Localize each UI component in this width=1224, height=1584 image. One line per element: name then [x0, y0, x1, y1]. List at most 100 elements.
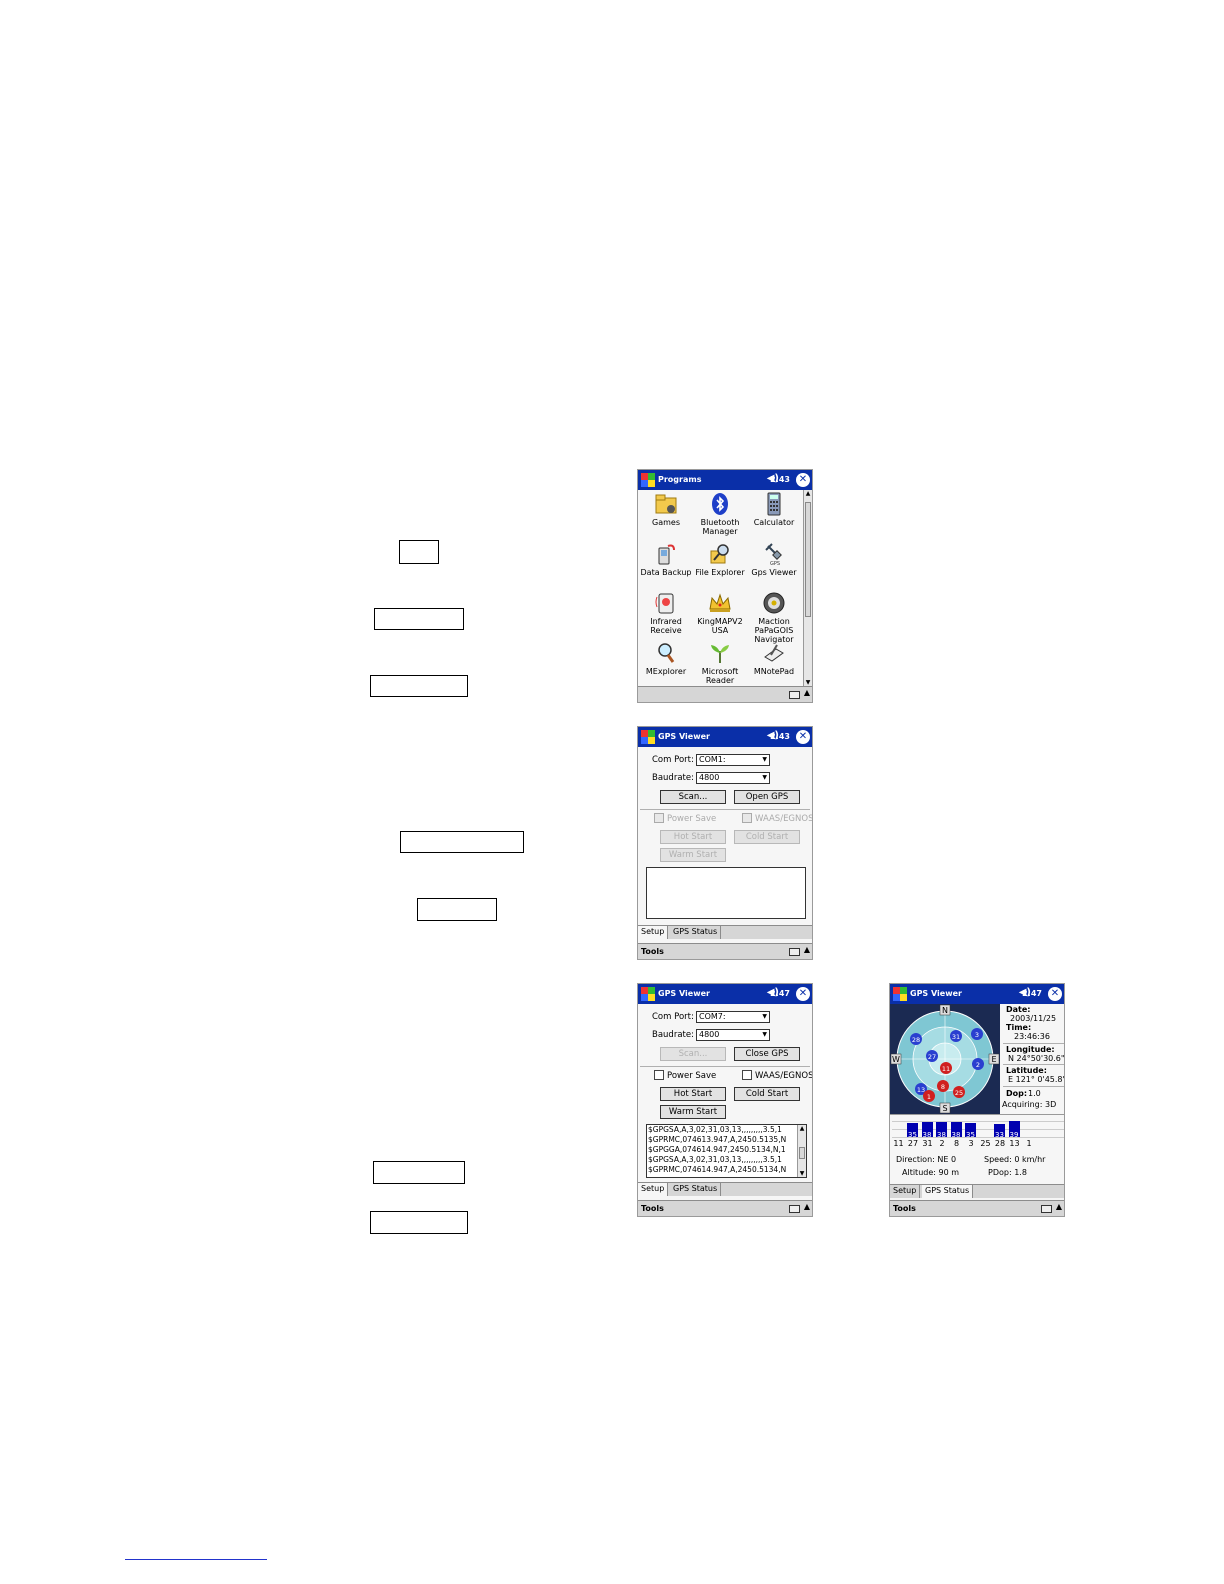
tab-setup[interactable]: Setup: [638, 1183, 669, 1196]
scan-button[interactable]: Scan...: [660, 1047, 726, 1061]
menu-bar: Tools ▲: [638, 1200, 812, 1216]
hot-start-button[interactable]: Hot Start: [660, 1087, 726, 1101]
cold-start-button[interactable]: Cold Start: [734, 830, 800, 844]
signal-bar-28: 33: [994, 1124, 1005, 1139]
windows-start-icon[interactable]: [640, 729, 656, 745]
time-value: 23:46:36: [1014, 1032, 1050, 1041]
hot-start-button[interactable]: Hot Start: [660, 830, 726, 844]
clock: 2:47: [1022, 989, 1042, 998]
tools-menu[interactable]: Tools: [893, 1204, 916, 1213]
scroll-down-arrow-icon[interactable]: ▼: [798, 1170, 806, 1177]
tab-gps-status[interactable]: GPS Status: [670, 1183, 722, 1196]
program-microsoft-reader[interactable]: Microsoft Reader: [692, 641, 748, 685]
scroll-thumb[interactable]: [799, 1147, 805, 1159]
com-port-select[interactable]: COM7: ▼: [696, 1011, 770, 1023]
clock: 2:43: [770, 475, 790, 484]
windows-start-icon[interactable]: [892, 986, 908, 1002]
baudrate-select[interactable]: 4800 ▼: [696, 772, 770, 784]
program-calculator[interactable]: Calculator: [746, 492, 802, 527]
program-maction-papagois-navigator[interactable]: Maction PaPaGOIS Navigator: [746, 591, 802, 644]
keyboard-icon[interactable]: [789, 948, 800, 956]
program-infrared-receive[interactable]: Infrared Receive: [638, 591, 694, 635]
program-mnotepad[interactable]: MNotePad: [746, 641, 802, 676]
input-panel-arrow-icon[interactable]: ▲: [1056, 1202, 1062, 1211]
satellite-31: 31: [950, 1030, 962, 1042]
signal-prn-label: 11: [893, 1139, 904, 1148]
windows-start-icon[interactable]: [640, 986, 656, 1002]
keyboard-icon[interactable]: [789, 1205, 800, 1213]
program-file-explorer[interactable]: File Explorer: [692, 542, 748, 577]
tools-menu[interactable]: Tools: [641, 947, 664, 956]
altitude-readout: Altitude: 90 m: [902, 1168, 960, 1177]
scroll-down-arrow-icon[interactable]: ▼: [804, 679, 812, 686]
baudrate-label: Baudrate:: [652, 1030, 694, 1040]
annotation-box-1: [399, 540, 439, 564]
com-port-select[interactable]: COM1: ▼: [696, 754, 770, 766]
clock: 2:47: [770, 989, 790, 998]
close-button[interactable]: ✕: [796, 987, 810, 1001]
keyboard-icon[interactable]: [789, 691, 800, 699]
scroll-thumb[interactable]: [805, 502, 811, 617]
scan-button[interactable]: Scan...: [660, 790, 726, 804]
baudrate-select[interactable]: 4800 ▼: [696, 1029, 770, 1041]
date-value: 2003/11/25: [1010, 1014, 1057, 1023]
input-panel-arrow-icon[interactable]: ▲: [804, 1202, 810, 1211]
power-save-checkbox[interactable]: [654, 813, 664, 823]
keyboard-icon[interactable]: [1041, 1205, 1052, 1213]
satellite-3: 3: [971, 1028, 983, 1040]
program-gps-viewer[interactable]: GPS Gps Viewer: [746, 542, 802, 577]
open-gps-button[interactable]: Open GPS: [734, 790, 800, 804]
satellite-25: 25: [953, 1086, 965, 1098]
signal-bars: 11 35 27 38 31 38 2 38 8 35 3 25 33 28 39 13 1: [890, 1115, 1064, 1151]
tab-gps-status[interactable]: GPS Status: [670, 926, 722, 939]
close-button[interactable]: ✕: [1048, 987, 1062, 1001]
waas-egnos-checkbox[interactable]: [742, 813, 752, 823]
tab-setup[interactable]: Setup: [890, 1185, 921, 1198]
svg-text:13: 13: [917, 1086, 925, 1094]
file-explorer-icon: [710, 544, 729, 564]
tab-gps-status[interactable]: GPS Status: [922, 1185, 974, 1198]
nmea-log-box[interactable]: $GPGSA,A,3,02,31,03,13,,,,,,,,,3.5,1 $GP…: [646, 1124, 807, 1178]
window-title: Programs: [658, 475, 702, 484]
programs-scrollbar[interactable]: ▲ ▼: [803, 490, 812, 686]
program-kingmapv2-usa[interactable]: KingMAPV2 USA: [692, 591, 748, 635]
scroll-up-arrow-icon[interactable]: ▲: [798, 1125, 806, 1132]
annotation-box-3: [370, 675, 468, 697]
com-port-label: Com Port:: [652, 755, 694, 765]
power-save-checkbox[interactable]: [654, 1070, 664, 1080]
tools-menu[interactable]: Tools: [641, 1204, 664, 1213]
log-scrollbar[interactable]: ▲ ▼: [797, 1125, 806, 1177]
notepad-icon: [764, 644, 784, 662]
signal-prn-label: 13: [1009, 1139, 1020, 1148]
program-games[interactable]: Games: [638, 492, 694, 527]
power-save-label: Power Save: [667, 814, 717, 824]
cold-start-button[interactable]: Cold Start: [734, 1087, 800, 1101]
input-panel-arrow-icon[interactable]: ▲: [804, 945, 810, 954]
signal-prn-label: 8: [953, 1139, 960, 1148]
data-backup-icon: [658, 544, 675, 565]
svg-text:25: 25: [955, 1089, 963, 1097]
divider: [1003, 1064, 1064, 1065]
nmea-log-line: $GPRMC,074614.947,A,2450.5134,N: [648, 1165, 787, 1174]
pdop-readout: PDop: 1.8: [988, 1168, 1027, 1177]
nmea-log-box[interactable]: [646, 867, 806, 919]
windows-start-icon[interactable]: [640, 472, 656, 488]
warm-start-button[interactable]: Warm Start: [660, 848, 726, 862]
waas-egnos-label: WAAS/EGNOS: [755, 1071, 813, 1081]
program-mexplorer[interactable]: MExplorer: [638, 641, 694, 676]
close-button[interactable]: ✕: [796, 473, 810, 487]
close-gps-button[interactable]: Close GPS: [734, 1047, 800, 1061]
input-panel-arrow-icon[interactable]: ▲: [804, 688, 810, 697]
program-data-backup[interactable]: Data Backup: [638, 542, 694, 577]
waas-egnos-checkbox[interactable]: [742, 1070, 752, 1080]
svg-text:3: 3: [975, 1031, 979, 1039]
power-save-label: Power Save: [667, 1071, 717, 1081]
program-bluetooth-manager[interactable]: Bluetooth Manager: [692, 492, 748, 536]
signal-bar-13: 39: [1008, 1121, 1020, 1139]
close-button[interactable]: ✕: [796, 730, 810, 744]
scroll-up-arrow-icon[interactable]: ▲: [804, 490, 812, 497]
warm-start-button[interactable]: Warm Start: [660, 1105, 726, 1119]
magnifier-icon: [658, 643, 675, 663]
signal-bar-8: 38: [950, 1122, 962, 1139]
tab-setup[interactable]: Setup: [638, 926, 669, 939]
